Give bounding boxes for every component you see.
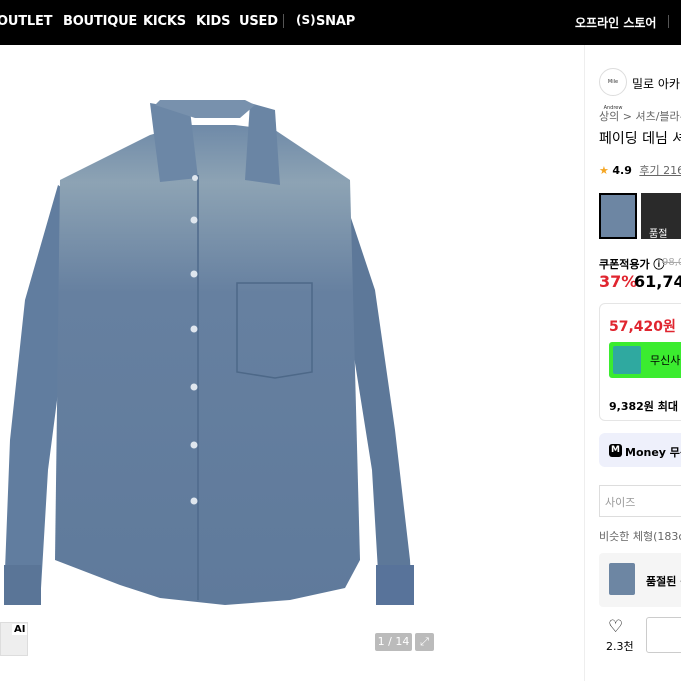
money-icon: M [609, 444, 622, 457]
coupon-price-label: 쿠폰적용가 ⓘ [599, 258, 665, 271]
sold-out-text: 품절된 상 [646, 575, 681, 588]
cart-button[interactable] [646, 617, 681, 653]
nav-used[interactable]: USED [239, 14, 278, 29]
sold-out-badge: 품절 [649, 229, 668, 240]
product-image [4, 100, 414, 605]
star-icon: ★ [599, 164, 609, 177]
product-title: 페이딩 데님 셔 [599, 131, 681, 147]
snap-icon[interactable]: (S) [296, 13, 316, 27]
breadcrumb[interactable]: 상의 > 셔츠/블라우 [599, 108, 681, 124]
member-price: 57,420원나 [609, 316, 681, 336]
nav-kids[interactable]: KIDS [196, 14, 230, 29]
color-option-denim[interactable] [599, 193, 637, 239]
offline-store-link[interactable]: 오프라인 스토어 [575, 14, 656, 31]
nav-outlet[interactable]: OUTLET [0, 14, 53, 29]
member-price-value: 57,420원 [609, 319, 676, 335]
brand-logo[interactable]: Mile Andrew [599, 68, 627, 111]
sale-price: 61,740 [634, 272, 681, 291]
like-count: 2.3천 [606, 640, 634, 653]
nav-divider-right [668, 15, 669, 28]
nav-kicks[interactable]: KICKS [143, 14, 186, 29]
thumbnail-ai-label: AI [12, 624, 28, 635]
size-select-placeholder: 사이즈 [605, 496, 636, 509]
rating: ★ 4.9 후기 216개 [599, 162, 681, 178]
promo-banner-image [613, 346, 641, 374]
money-text: Money 무신 [625, 446, 681, 459]
original-price: 98,0 [662, 257, 681, 268]
nav-snap[interactable]: SNAP [316, 14, 355, 29]
expand-icon[interactable]: ⤢ [415, 633, 434, 651]
points-info: 9,382원 최대 적 [609, 400, 681, 413]
discount-rate: 37% [599, 272, 638, 291]
sold-out-thumbnail [609, 563, 635, 595]
reviews-link[interactable]: 후기 216개 [639, 164, 681, 177]
rating-score: 4.9 [612, 164, 632, 177]
image-counter: 1 / 14 [375, 633, 412, 651]
brand-name[interactable]: 밀로 아카이 [632, 75, 681, 92]
similar-body-info: 비슷한 체형(183cm [599, 530, 681, 543]
promo-banner-text: 무신사 [650, 354, 681, 367]
nav-divider [283, 14, 284, 28]
nav-boutique[interactable]: BOUTIQUE [63, 14, 137, 29]
heart-icon[interactable]: ♡ [608, 617, 623, 637]
